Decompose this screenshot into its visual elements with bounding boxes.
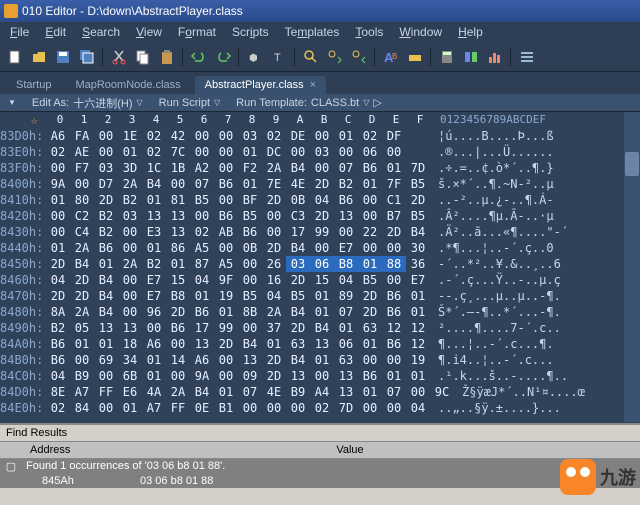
cut-icon[interactable] (108, 46, 130, 68)
hex-row[interactable]: 8480h:8A2AB400962DB6018B2AB401072DB601Š*… (0, 304, 604, 320)
scrollbar-thumb[interactable] (625, 152, 639, 176)
svg-text:⬢: ⬢ (249, 53, 258, 64)
find-result-row[interactable]: 845Ah 03 06 b8 01 88 (0, 474, 640, 488)
hex-row[interactable]: 8410h:01802DB20181B500BF2D0B04B600C12D..… (0, 192, 604, 208)
runscript-label[interactable]: Run Script (159, 97, 210, 109)
findnext-icon[interactable] (324, 46, 346, 68)
menu-tools[interactable]: Tools (347, 23, 391, 41)
menu-help[interactable]: Help (450, 23, 491, 41)
runtemplate-value[interactable]: CLASS.bt (311, 97, 359, 109)
hex-editor[interactable]: ☆0123456789ABCDEF0123456789ABCDEF83D0h:A… (0, 112, 640, 422)
watermark-logo: 九游 (560, 459, 636, 495)
open-icon[interactable] (28, 46, 50, 68)
menu-window[interactable]: Window (391, 23, 450, 41)
menu-templates[interactable]: Templates (277, 23, 348, 41)
menu-scripts[interactable]: Scripts (224, 23, 277, 41)
sub-toolbar: ▼ Edit As: 十六进制(H) ▽ Run Script ▽ Run Te… (0, 94, 640, 112)
text-icon[interactable]: T (268, 46, 290, 68)
redo-icon[interactable] (212, 46, 234, 68)
settings-icon[interactable] (516, 46, 538, 68)
play-icon[interactable]: ▷ (373, 96, 381, 109)
hex-row[interactable]: 8420h:00C2B203131300B6B500C32D1300B7B5.Â… (0, 208, 604, 224)
hex-row[interactable]: 84C0h:04B9006B01009A00092D130013B60101.¹… (0, 368, 604, 384)
save-icon[interactable] (52, 46, 74, 68)
star-icon[interactable]: ☆ (31, 113, 38, 127)
find-icon[interactable] (300, 46, 322, 68)
hex-row[interactable]: 83E0h:02AE0001027C000001DC0003000600.®..… (0, 144, 604, 160)
app-icon (4, 4, 18, 18)
col-value[interactable]: Value (60, 444, 640, 456)
svg-text:B: B (392, 52, 397, 61)
titlebar: 010 Editor - D:\down\AbstractPlayer.clas… (0, 0, 640, 22)
editas-label: Edit As: (32, 97, 69, 109)
logo-text: 九游 (600, 464, 636, 490)
saveall-icon[interactable] (76, 46, 98, 68)
hex-row[interactable]: 84D0h:8EA7FFE64A2AB401074EB9A4130107009C… (0, 384, 604, 400)
window-title: 010 Editor - D:\down\AbstractPlayer.clas… (22, 4, 243, 18)
vertical-scrollbar[interactable] (624, 112, 640, 422)
dropdown-icon[interactable]: ▼ (8, 98, 16, 107)
undo-icon[interactable] (188, 46, 210, 68)
svg-text:T: T (274, 52, 281, 64)
compare-icon[interactable] (460, 46, 482, 68)
hex-row[interactable]: 8430h:00C4B200E31302ABB600179900222DB4.Ä… (0, 224, 604, 240)
histogram-icon[interactable] (484, 46, 506, 68)
font-icon[interactable]: AB (380, 46, 402, 68)
new-icon[interactable] (4, 46, 26, 68)
calc-icon[interactable] (436, 46, 458, 68)
tab-maproom[interactable]: MapRoomNode.class (65, 76, 190, 94)
logo-icon (560, 459, 596, 495)
highlight-icon[interactable] (404, 46, 426, 68)
hex-icon[interactable]: ⬢ (244, 46, 266, 68)
tabbar: Startup MapRoomNode.class AbstractPlayer… (0, 72, 640, 94)
findprev-icon[interactable] (348, 46, 370, 68)
copy-icon[interactable] (132, 46, 154, 68)
hex-row[interactable]: 8460h:042DB400E715049F00162D1504B500E7.-… (0, 272, 604, 288)
hex-row[interactable]: 8470h:2D2DB400E7B80119B504B501892DB601--… (0, 288, 604, 304)
hex-row[interactable]: 84A0h:B6010118A600132DB40163130601B612¶.… (0, 336, 604, 352)
hex-row[interactable]: 8490h:B205131300B6179900372DB401631212².… (0, 320, 604, 336)
find-results-panel: Find Results Address Value ▢ Found 1 occ… (0, 423, 640, 505)
menu-edit[interactable]: Edit (37, 23, 74, 41)
find-results-title: Find Results (0, 425, 640, 441)
hex-row[interactable]: 8400h:9A00D72AB40007B6017E4E2DB2017FB5š.… (0, 176, 604, 192)
tab-abstractplayer[interactable]: AbstractPlayer.class× (195, 76, 326, 94)
editas-value[interactable]: 十六进制(H) (73, 95, 132, 111)
hex-row[interactable]: 83F0h:00F7033D1C1BA200F22AB40007B6017D.÷… (0, 160, 604, 176)
menu-format[interactable]: Format (170, 23, 224, 41)
runtemplate-label: Run Template: (236, 97, 307, 109)
menubar[interactable]: File Edit Search View Format Scripts Tem… (0, 22, 640, 42)
menu-search[interactable]: Search (74, 23, 128, 41)
menu-file[interactable]: File (2, 23, 37, 41)
hex-row[interactable]: 83D0h:A6FA001E024200000302DE000102DF¦ú..… (0, 128, 604, 144)
hex-row[interactable]: 84B0h:B60069340114A600132DB40163000019¶.… (0, 352, 604, 368)
hex-row[interactable]: 84E0h:02840001A7FF0EB1000000027D000004..… (0, 400, 604, 416)
col-address[interactable]: Address (0, 444, 60, 456)
find-summary-row[interactable]: ▢ Found 1 occurrences of '03 06 b8 01 88… (0, 459, 640, 474)
paste-icon[interactable] (156, 46, 178, 68)
menu-view[interactable]: View (128, 23, 170, 41)
hex-row[interactable]: 8440h:012AB6000186A5000B2DB400E7000030.*… (0, 240, 604, 256)
hex-row[interactable]: 8450h:2DB4012AB20187A500260306B8018836-´… (0, 256, 604, 272)
close-icon[interactable]: × (310, 79, 316, 91)
tab-startup[interactable]: Startup (6, 76, 61, 94)
toolbar: ⬢ T AB (0, 42, 640, 72)
